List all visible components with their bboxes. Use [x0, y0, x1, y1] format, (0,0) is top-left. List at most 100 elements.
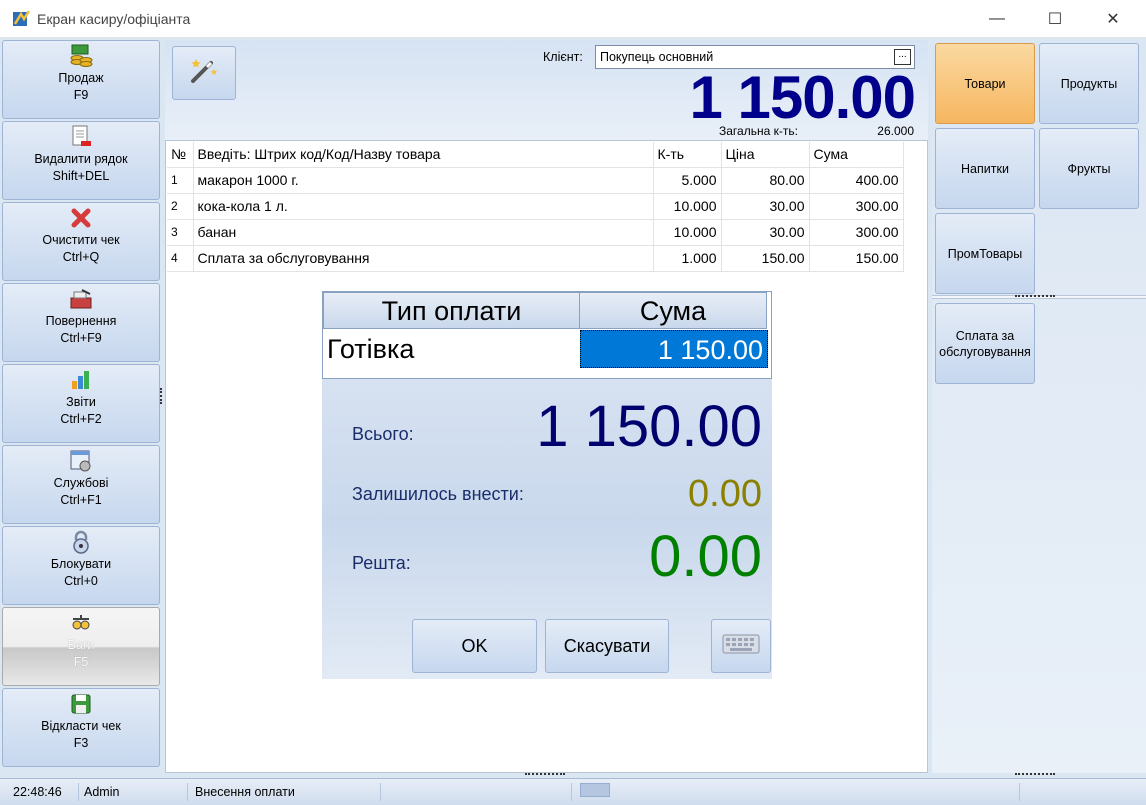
row-sum: 300.00: [809, 219, 904, 246]
col-qty: К-ть: [653, 142, 722, 168]
reports-label: Звіти: [66, 395, 96, 409]
check-total: 1 150.00: [689, 64, 916, 131]
clear-check-button[interactable]: Очистити чек Ctrl+Q: [2, 202, 160, 281]
col-number: №: [167, 142, 194, 168]
postpone-shortcut: F3: [73, 736, 89, 750]
table-row[interactable]: 4 Сплата за обслуговування 1.000 150.00 …: [167, 245, 904, 272]
coins-icon: [68, 43, 94, 69]
row-price: 30.00: [721, 193, 810, 220]
lock-label: Блокувати: [50, 557, 112, 571]
status-mode: Внесення оплати: [191, 783, 381, 801]
service-shortcut: Ctrl+F1: [60, 493, 102, 507]
red-x-icon: [68, 205, 94, 231]
category-goods[interactable]: Товари: [935, 43, 1035, 124]
payment-type-header: Тип оплати: [323, 292, 580, 329]
maximize-button[interactable]: ☐: [1032, 0, 1078, 38]
client-browse-button[interactable]: ...: [894, 49, 911, 65]
row-qty: 10.000: [653, 219, 722, 246]
status-empty: [382, 783, 572, 801]
keyboard-button[interactable]: [711, 619, 771, 673]
total-qty-value: 26.000: [877, 124, 914, 138]
minimize-button[interactable]: —: [974, 0, 1020, 38]
category-fruits[interactable]: Фрукты: [1039, 128, 1139, 209]
app-icon: [13, 10, 31, 26]
scales-label: Ваги: [67, 638, 95, 652]
lock-shortcut: Ctrl+0: [64, 574, 98, 588]
payment-sum-cell[interactable]: 1 150.00: [580, 330, 768, 368]
cancel-button[interactable]: Скасувати: [545, 619, 669, 673]
right-bottom-splitter[interactable]: [1015, 773, 1055, 776]
service-label: Службові: [53, 476, 109, 490]
sale-label: Продаж: [58, 71, 104, 85]
category-products[interactable]: Продукты: [1039, 43, 1139, 124]
row-number: 1: [167, 167, 194, 194]
payment-table: Тип оплати Сума Готівка 1 150.00: [322, 291, 772, 379]
delete-row-label: Видалити рядок: [34, 152, 128, 166]
return-label: Повернення: [45, 314, 117, 328]
settings-window-icon: [68, 448, 94, 474]
scales-shortcut: F5: [73, 655, 89, 669]
pay-total-label: Всього:: [352, 424, 414, 444]
pay-remain-label: Залишилось внести:: [352, 484, 524, 504]
scales-button[interactable]: Ваги F5: [2, 607, 160, 686]
row-number: 4: [167, 245, 194, 272]
status-user: Admin: [80, 783, 188, 801]
col-price: Ціна: [721, 142, 810, 168]
clear-check-shortcut: Ctrl+Q: [62, 250, 100, 264]
service-button[interactable]: Службові Ctrl+F1: [2, 445, 160, 524]
document-delete-icon: [68, 124, 94, 150]
left-splitter[interactable]: [160, 388, 163, 404]
quick-item-service-fee[interactable]: Сплата за обслуговування: [935, 303, 1035, 384]
postpone-button[interactable]: Відкласти чек F3: [2, 688, 160, 767]
keyboard-icon: [722, 633, 760, 660]
cash-register-return-icon: [68, 286, 94, 312]
row-qty: 1.000: [653, 245, 722, 272]
row-price: 80.00: [721, 167, 810, 194]
reports-button[interactable]: Звіти Ctrl+F2: [2, 364, 160, 443]
floppy-disk-icon: [68, 691, 94, 717]
pay-change-label: Решта:: [352, 553, 411, 573]
padlock-icon: [68, 529, 94, 555]
table-row[interactable]: 2 кока-кола 1 л. 10.000 30.00 300.00: [167, 193, 904, 220]
items-table: № Введіть: Штрих код/Код/Назву товара К-…: [167, 142, 904, 272]
scales-icon: [68, 610, 94, 636]
client-label: Клієнт:: [543, 50, 583, 64]
total-qty-label: Загальна к-ть:: [719, 124, 798, 138]
ok-button[interactable]: OK: [412, 619, 537, 673]
pay-total-value: 1 150.00: [536, 394, 762, 459]
row-name: банан: [193, 219, 654, 246]
row-sum: 150.00: [809, 245, 904, 272]
row-name: макарон 1000 г.: [193, 167, 654, 194]
bar-chart-icon: [68, 367, 94, 393]
sale-button[interactable]: Продаж F9: [2, 40, 160, 119]
delete-row-button[interactable]: Видалити рядок Shift+DEL: [2, 121, 160, 200]
col-name[interactable]: Введіть: Штрих код/Код/Назву товара: [193, 142, 654, 168]
row-price: 30.00: [721, 219, 810, 246]
right-panel-grip[interactable]: [1015, 295, 1055, 298]
pay-change-value: 0.00: [649, 524, 762, 589]
row-qty: 10.000: [653, 193, 722, 220]
sidebar: Продаж F9 Видалити рядок Shift+DEL Очист…: [0, 38, 162, 773]
clear-check-label: Очистити чек: [42, 233, 120, 247]
payment-type-cell[interactable]: Готівка: [327, 330, 577, 368]
client-value: Покупець основний: [600, 50, 714, 64]
items-header-row: № Введіть: Штрих код/Код/Назву товара К-…: [167, 142, 904, 168]
return-button[interactable]: Повернення Ctrl+F9: [2, 283, 160, 362]
row-qty: 5.000: [653, 167, 722, 194]
table-row[interactable]: 1 макарон 1000 г. 5.000 80.00 400.00: [167, 167, 904, 194]
row-number: 2: [167, 193, 194, 220]
magic-wand-button[interactable]: [172, 46, 236, 100]
reports-shortcut: Ctrl+F2: [60, 412, 102, 426]
category-drinks[interactable]: Напитки: [935, 128, 1035, 209]
pay-remain-value: 0.00: [688, 473, 762, 515]
bottom-splitter[interactable]: [525, 773, 565, 776]
lock-button[interactable]: Блокувати Ctrl+0: [2, 526, 160, 605]
title-bar: Екран касиру/офіціанта — ☐ ✕: [0, 0, 1146, 38]
row-sum: 300.00: [809, 193, 904, 220]
payment-sum-header: Сума: [579, 292, 767, 329]
close-button[interactable]: ✕: [1090, 0, 1136, 38]
col-sum: Сума: [809, 142, 904, 168]
table-row[interactable]: 3 банан 10.000 30.00 300.00: [167, 219, 904, 246]
category-industrial-goods[interactable]: ПромТовары: [935, 213, 1035, 294]
row-price: 150.00: [721, 245, 810, 272]
